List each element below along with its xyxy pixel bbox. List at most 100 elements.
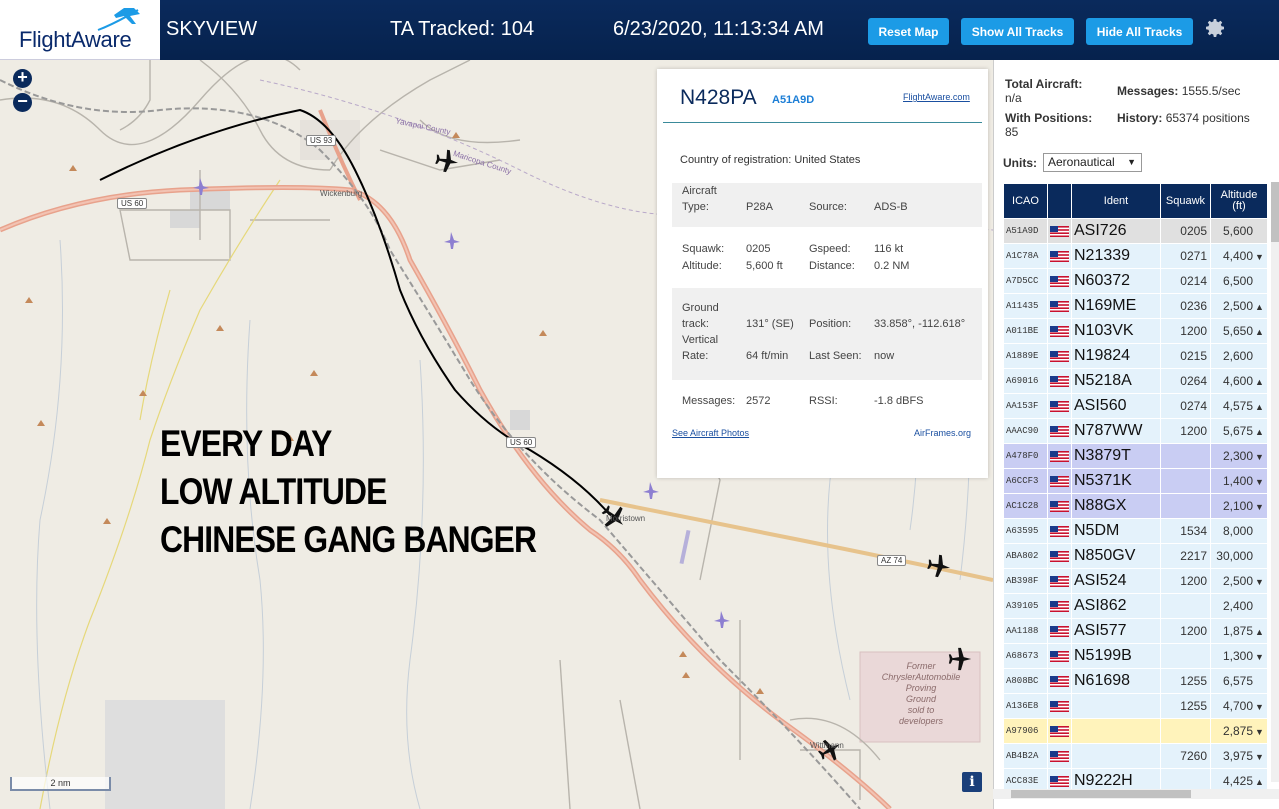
- table-row[interactable]: A7D5CC N60372 0214 6,500: [1004, 269, 1267, 294]
- row-altitude: 3,975 ▼: [1211, 744, 1267, 768]
- col-altitude[interactable]: Altitude (ft): [1211, 184, 1267, 218]
- table-vertical-scrollbar[interactable]: [1271, 182, 1279, 782]
- row-icao: A11435: [1004, 294, 1048, 318]
- table-row[interactable]: AB398F ASI524 1200 2,500 ▼: [1004, 569, 1267, 594]
- airframes-link[interactable]: AirFrames.org: [914, 428, 971, 438]
- us-flag-icon: [1048, 269, 1072, 293]
- reset-map-button[interactable]: Reset Map: [868, 18, 949, 45]
- overlay-caption: EVERY DAY LOW ALTITUDE CHINESE GANG BANG…: [160, 420, 537, 564]
- col-flag[interactable]: [1048, 184, 1072, 218]
- altitude-value: 4,600: [1222, 374, 1253, 388]
- us-flag-icon: [1048, 244, 1072, 268]
- zoom-in-button[interactable]: +: [13, 68, 32, 88]
- row-squawk: 1255: [1161, 694, 1211, 718]
- altitude-trend-icon: ▲: [1255, 302, 1264, 312]
- table-row[interactable]: A68673 N5199B 1,300 ▼: [1004, 644, 1267, 669]
- us-flag-icon: [1048, 719, 1072, 743]
- track-label: Ground track: Vertical Rate:: [682, 300, 719, 364]
- table-row[interactable]: A136E8 1255 4,700 ▼: [1004, 694, 1267, 719]
- altitude-value: 5,650: [1222, 324, 1253, 338]
- table-row[interactable]: AA1188 ASI577 1200 1,875 ▲: [1004, 619, 1267, 644]
- map-info-button[interactable]: i: [962, 772, 982, 792]
- country-label: Country of registration:: [680, 154, 792, 166]
- row-altitude: 2,875 ▼: [1211, 719, 1267, 743]
- messages-value: 2572: [746, 395, 771, 407]
- altitude-trend-icon: ▼: [1255, 752, 1264, 762]
- flightaware-link[interactable]: FlightAware.com: [903, 92, 970, 102]
- messages-rate-value: 1555.5/sec: [1181, 84, 1241, 98]
- table-row[interactable]: A478F0 N3879T 2,300 ▼: [1004, 444, 1267, 469]
- row-altitude: 4,400 ▼: [1211, 244, 1267, 268]
- scrollbar-thumb[interactable]: [1271, 182, 1279, 242]
- row-ident: [1072, 744, 1161, 768]
- row-altitude: 1,875 ▲: [1211, 619, 1267, 643]
- altitude-value: 5,675: [1222, 424, 1253, 438]
- table-row[interactable]: A69016 N5218A 0264 4,600 ▲: [1004, 369, 1267, 394]
- table-row[interactable]: AB4B2A 7260 3,975 ▼: [1004, 744, 1267, 769]
- units-selected-value: Aeronautical: [1048, 155, 1115, 169]
- show-all-tracks-button[interactable]: Show All Tracks: [961, 18, 1074, 45]
- zoom-out-button[interactable]: −: [13, 92, 32, 112]
- row-ident: [1072, 719, 1161, 743]
- table-row[interactable]: A11435 N169ME 0236 2,500 ▲: [1004, 294, 1267, 319]
- messages-label: Messages:: [682, 395, 736, 407]
- row-altitude: 1,400 ▼: [1211, 469, 1267, 493]
- scrollbar-thumb[interactable]: [1011, 790, 1191, 798]
- row-icao: A69016: [1004, 369, 1048, 393]
- logo-text: FlightAware: [19, 27, 132, 52]
- proving-ground-label: Former ChryslerAutomobile Proving Ground…: [862, 661, 980, 727]
- aircraft-photos-link[interactable]: See Aircraft Photos: [672, 428, 749, 438]
- aircraft-marker[interactable]: [926, 553, 952, 579]
- table-row[interactable]: ABA802 N850GV 2217 30,000: [1004, 544, 1267, 569]
- flightaware-logo[interactable]: FlightAware: [0, 0, 160, 60]
- table-row[interactable]: A1C78A N21339 0271 4,400 ▼: [1004, 244, 1267, 269]
- row-icao: A7D5CC: [1004, 269, 1048, 293]
- sidebar-panel: Total Aircraft: n/a Messages: 1555.5/sec…: [993, 60, 1279, 809]
- aircraft-table-body: A51A9D ASI726 0205 5,600 A1C78A N21339 0271 4,4…: [1004, 219, 1267, 794]
- gear-icon[interactable]: [1203, 16, 1227, 40]
- vrate-value: 64 ft/min: [746, 350, 789, 362]
- type-label-line: Aircraft: [682, 185, 717, 197]
- col-ident[interactable]: Ident: [1072, 184, 1161, 218]
- row-icao: A1889E: [1004, 344, 1048, 368]
- table-row[interactable]: AAAC90 N787WW 1200 5,675 ▲: [1004, 419, 1267, 444]
- col-squawk[interactable]: Squawk: [1161, 184, 1211, 218]
- row-icao: A63595: [1004, 519, 1048, 543]
- row-squawk: 7260: [1161, 744, 1211, 768]
- us-flag-icon: [1048, 344, 1072, 368]
- row-altitude: 2,300 ▼: [1211, 444, 1267, 468]
- table-row[interactable]: AC1C28 N88GX 2,100 ▼: [1004, 494, 1267, 519]
- row-squawk: [1161, 594, 1211, 618]
- table-horizontal-scrollbar[interactable]: [993, 789, 1279, 799]
- table-row[interactable]: A6CCF3 N5371K 1,400 ▼: [1004, 469, 1267, 494]
- altitude-value: 1,875: [1222, 624, 1253, 638]
- row-icao: AB4B2A: [1004, 744, 1048, 768]
- table-row[interactable]: A51A9D ASI726 0205 5,600: [1004, 219, 1267, 244]
- hide-all-tracks-button[interactable]: Hide All Tracks: [1086, 18, 1193, 45]
- table-row[interactable]: A011BE N103VK 1200 5,650 ▲: [1004, 319, 1267, 344]
- with-positions-label: With Positions:: [1005, 111, 1093, 125]
- row-icao: A136E8: [1004, 694, 1048, 718]
- row-ident: N3879T: [1072, 444, 1161, 468]
- row-ident: N169ME: [1072, 294, 1161, 318]
- us-flag-icon: [1048, 444, 1072, 468]
- altitude-value: 30,000: [1216, 549, 1253, 563]
- altitude-value: 6,500: [1222, 274, 1253, 288]
- history-label: History:: [1117, 111, 1163, 125]
- units-select[interactable]: Aeronautical ▼: [1043, 153, 1142, 172]
- col-icao[interactable]: ICAO: [1004, 184, 1048, 218]
- table-row[interactable]: AA153F ASI560 0274 4,575 ▲: [1004, 394, 1267, 419]
- source-label: Source:: [809, 201, 847, 213]
- table-row[interactable]: A808BC N61698 1255 6,575: [1004, 669, 1267, 694]
- road-shield-us60: US 60: [117, 198, 148, 209]
- total-aircraft-label: Total Aircraft:: [1005, 77, 1083, 91]
- table-row[interactable]: A97906 2,875 ▼: [1004, 719, 1267, 744]
- table-row[interactable]: A1889E N19824 0215 2,600: [1004, 344, 1267, 369]
- vrate-label-line: Rate:: [682, 350, 709, 362]
- table-row[interactable]: A63595 N5DM 1534 8,000: [1004, 519, 1267, 544]
- aircraft-table-header: ICAO Ident Squawk Altitude (ft): [1004, 184, 1267, 218]
- overlay-line: CHINESE GANG BANGER: [160, 519, 537, 560]
- table-row[interactable]: A39105 ASI862 2,400: [1004, 594, 1267, 619]
- proving-ground-line: developers: [898, 716, 944, 726]
- row-ident: N5DM: [1072, 519, 1161, 543]
